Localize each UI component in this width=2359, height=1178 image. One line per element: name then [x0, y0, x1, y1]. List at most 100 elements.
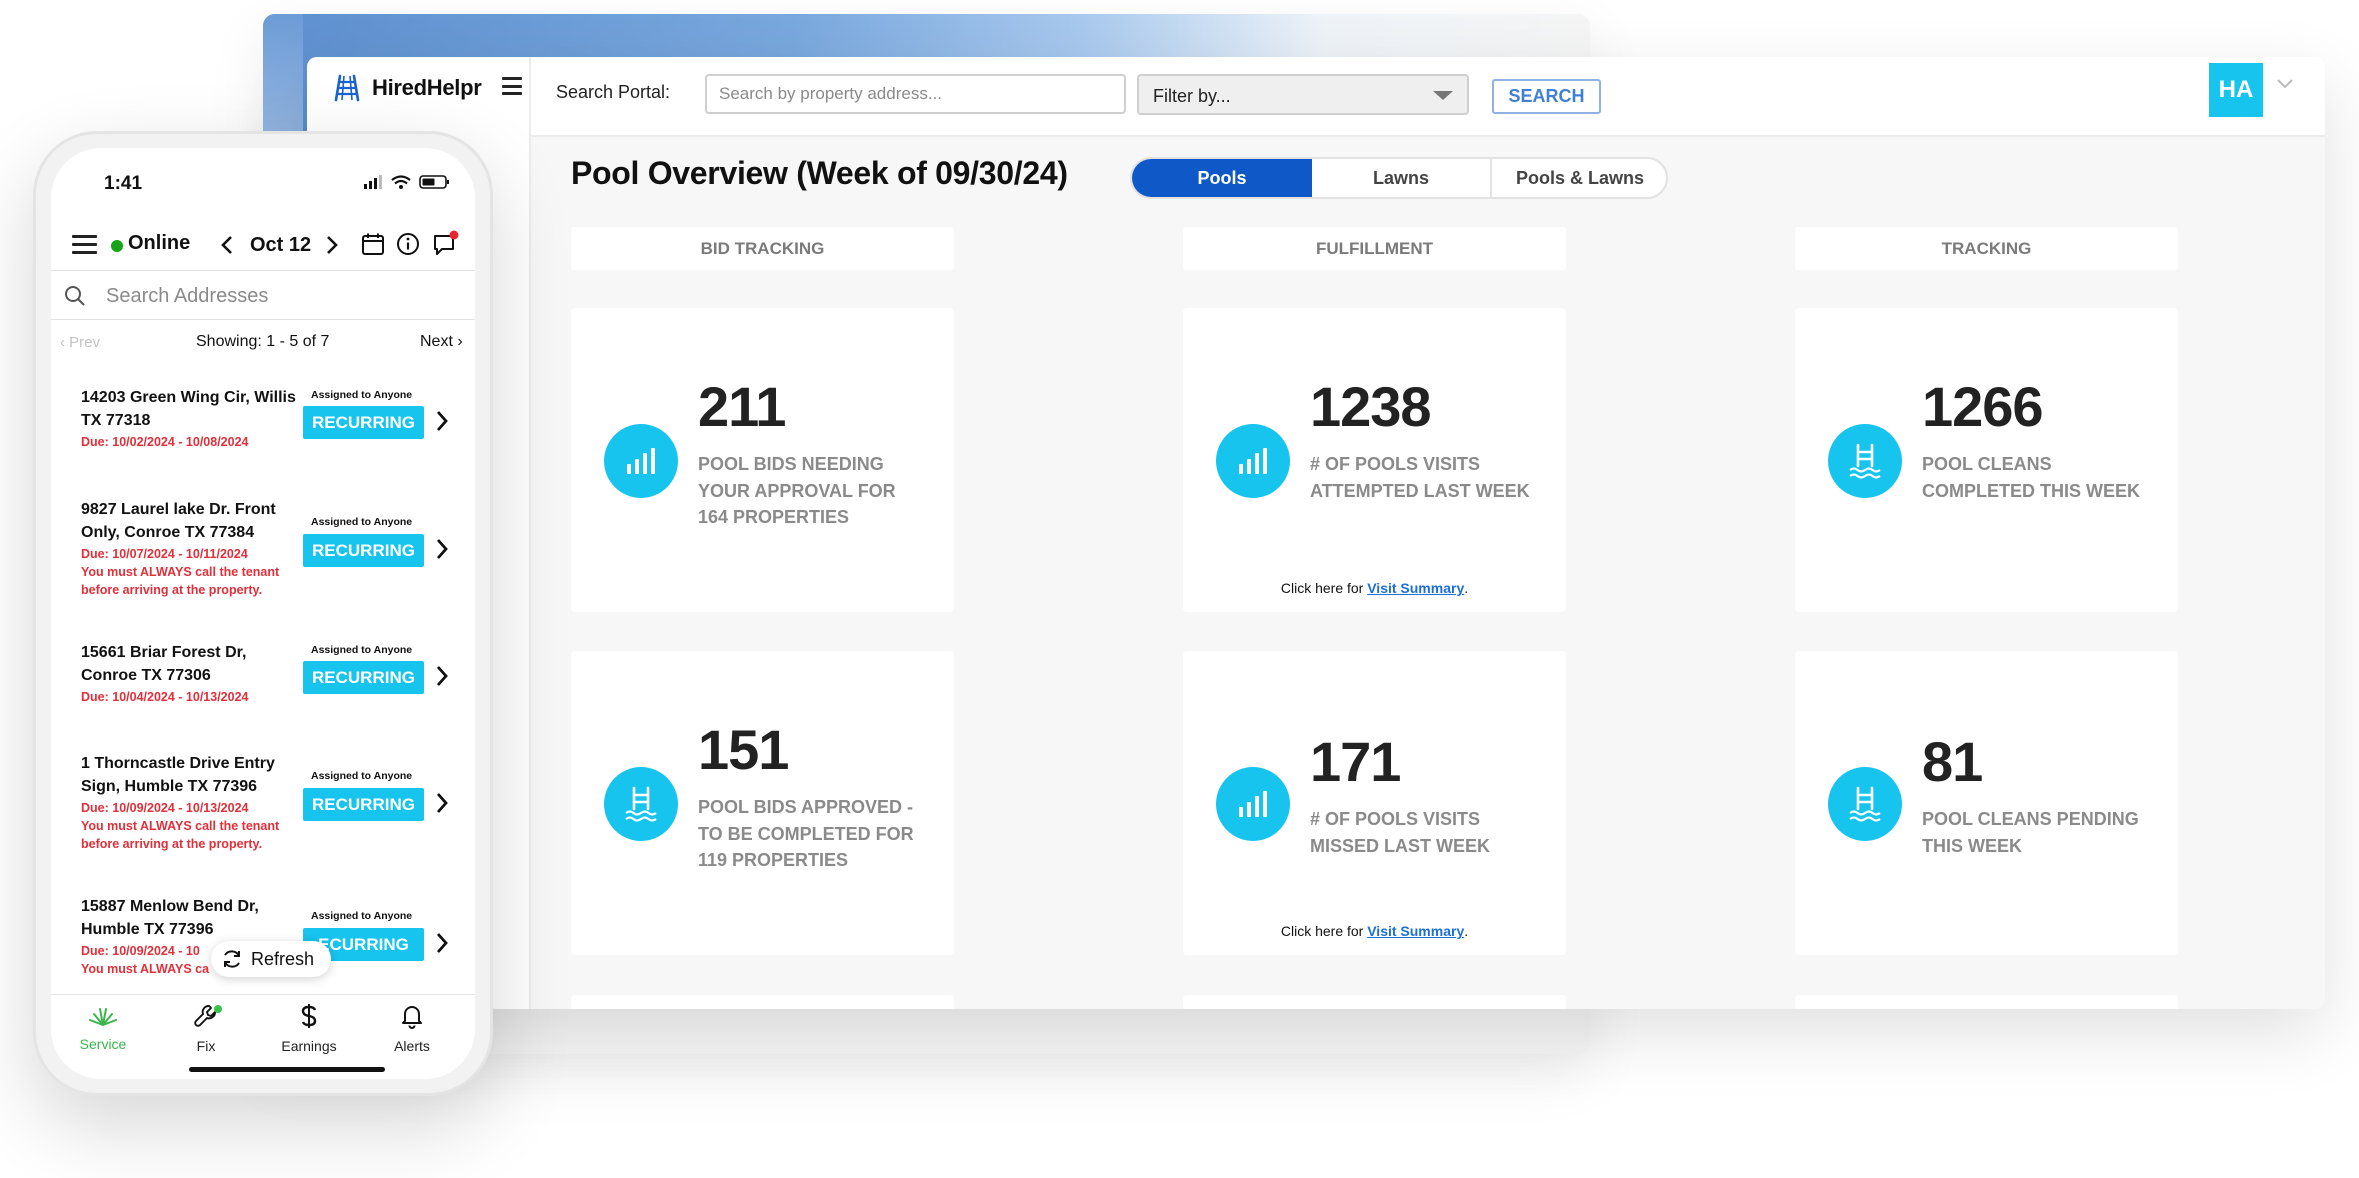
- notification-dot: [214, 1005, 222, 1013]
- job-address: 1 Thorncastle Drive Entry Sign, Humble T…: [81, 755, 275, 795]
- column-header-fulfillment: FULFILLMENT: [1183, 227, 1566, 270]
- nav-service-label: Service: [79, 1036, 127, 1052]
- dollar-icon: [301, 1004, 317, 1028]
- tab-pools[interactable]: Pools: [1132, 159, 1312, 197]
- chevron-right-icon: [436, 933, 448, 953]
- grass-icon: [89, 1008, 117, 1026]
- info-icon[interactable]: [396, 232, 420, 256]
- signal-bars-icon: [604, 424, 678, 498]
- card-peek: [1183, 995, 1566, 1009]
- stat-card-visits-attempted[interactable]: 1238 # OF POOLS VISITS ATTEMPTED LAST WE…: [1183, 308, 1566, 612]
- ladder-logo-icon: [334, 74, 360, 102]
- wifi-icon: [391, 175, 411, 189]
- stat-value: 81: [1922, 730, 1983, 793]
- stat-label: # OF POOLS VISITS ATTEMPTED LAST WEEK: [1310, 454, 1530, 501]
- nav-earnings[interactable]: Earnings: [269, 1003, 349, 1054]
- property-search-input[interactable]: [705, 74, 1126, 114]
- bell-icon: [402, 1006, 422, 1029]
- nav-fix-label: Fix: [196, 1038, 216, 1054]
- search-icon: [65, 286, 85, 306]
- stat-value: 211: [698, 375, 786, 438]
- column-header-bid-tracking: BID TRACKING: [571, 227, 954, 270]
- search-button[interactable]: SEARCH: [1492, 79, 1601, 114]
- app-header: Online Oct 12: [51, 218, 475, 270]
- chevron-right-icon[interactable]: [326, 235, 338, 255]
- refresh-button[interactable]: Refresh: [211, 941, 331, 977]
- stat-card-cleans-completed[interactable]: 1266 POOL CLEANS COMPLETED THIS WEEK: [1795, 308, 2178, 612]
- job-list-item[interactable]: 15661 Briar Forest Dr, Conroe TX 77306 D…: [51, 641, 475, 759]
- pager-prev-label: Prev: [69, 334, 101, 351]
- stat-card-visits-missed[interactable]: 171 # OF POOLS VISITS MISSED LAST WEEK C…: [1183, 651, 1566, 955]
- sidebar-menu-icon[interactable]: [502, 77, 522, 95]
- user-avatar[interactable]: HA: [2209, 63, 2263, 117]
- address-search-input[interactable]: [106, 279, 456, 313]
- stat-value: 151: [698, 718, 789, 781]
- caret-down-icon: [1433, 91, 1453, 100]
- online-status-dot: [111, 240, 123, 252]
- stat-card-bids-approved[interactable]: 151 POOL BIDS APPROVED - TO BE COMPLETED…: [571, 651, 954, 955]
- chevron-right-icon: [436, 666, 448, 686]
- pool-ladder-icon: [604, 767, 678, 841]
- pager-showing: Showing: 1 - 5 of 7: [196, 333, 330, 350]
- link-suffix: .: [1464, 923, 1469, 939]
- job-list-item[interactable]: 9827 Laurel lake Dr. Front Only, Conroe …: [51, 498, 475, 616]
- link-prefix: Click here for: [1280, 580, 1368, 596]
- phone-screen: 1:41 Online Oct 12 ‹ Prev Showing: 1 - 5…: [51, 148, 475, 1079]
- job-assigned: Assigned to Anyone: [311, 644, 413, 656]
- stat-label: POOL BIDS NEEDING YOUR APPROVAL FOR 164 …: [698, 454, 896, 527]
- nav-fix[interactable]: Fix: [166, 1003, 246, 1054]
- status-icons: [364, 175, 449, 189]
- status-time: 1:41: [104, 173, 143, 194]
- pool-ladder-icon: [1828, 767, 1902, 841]
- tab-pools-and-lawns[interactable]: Pools & Lawns: [1492, 159, 1666, 197]
- job-address: 15887 Menlow Bend Dr, Humble TX 77396: [81, 898, 259, 938]
- tab-lawns[interactable]: Lawns: [1312, 159, 1492, 197]
- nav-service[interactable]: Service: [63, 1003, 143, 1052]
- recurring-badge: RECURRING: [303, 788, 424, 821]
- job-assigned: Assigned to Anyone: [311, 910, 413, 922]
- cell-signal-icon: [364, 175, 382, 189]
- job-list-item[interactable]: 14203 Green Wing Cir, Willis TX 77318 Du…: [51, 386, 475, 504]
- card-peek: [1795, 995, 2178, 1009]
- visit-summary-link[interactable]: Visit Summary: [1367, 923, 1464, 939]
- recurring-badge: RECURRING: [303, 661, 424, 694]
- top-bar: Search Portal: Filter by... SEARCH HA: [531, 57, 2325, 137]
- job-list-item[interactable]: 1 Thorncastle Drive Entry Sign, Humble T…: [51, 752, 475, 870]
- battery-icon: [419, 175, 449, 189]
- stat-card-bids-needing-approval[interactable]: 211 POOL BIDS NEEDING YOUR APPROVAL FOR …: [571, 308, 954, 612]
- service-tabs: Pools Lawns Pools & Lawns: [1130, 157, 1668, 199]
- job-note: You must ALWAYS call the tenant before a…: [81, 565, 280, 597]
- current-date: Oct 12: [250, 234, 312, 256]
- online-status[interactable]: Online: [128, 232, 190, 255]
- signal-bars-icon: [1216, 424, 1290, 498]
- menu-icon[interactable]: [72, 235, 97, 255]
- chevron-right-icon: [436, 411, 448, 431]
- visit-summary-text: Click here for Visit Summary.: [1183, 580, 1566, 596]
- job-due: Due: 10/07/2024 - 10/11/2024: [81, 547, 248, 561]
- job-address: 15661 Briar Forest Dr, Conroe TX 77306: [81, 644, 247, 684]
- nav-alerts[interactable]: Alerts: [372, 1003, 452, 1054]
- pager-next-label: Next: [420, 333, 453, 350]
- job-assigned: Assigned to Anyone: [311, 516, 413, 528]
- job-address: 9827 Laurel lake Dr. Front Only, Conroe …: [81, 501, 276, 541]
- stat-card-cleans-pending[interactable]: 81 POOL CLEANS PENDING THIS WEEK: [1795, 651, 2178, 955]
- visit-summary-link[interactable]: Visit Summary: [1367, 580, 1464, 596]
- signal-bars-icon: [1216, 767, 1290, 841]
- chevron-left-icon[interactable]: [221, 235, 233, 255]
- chevron-down-icon[interactable]: [2276, 78, 2294, 90]
- job-address: 14203 Green Wing Cir, Willis TX 77318: [81, 389, 296, 429]
- stat-label: # OF POOLS VISITS MISSED LAST WEEK: [1310, 809, 1491, 856]
- brand-name: HiredHelpr: [372, 75, 482, 100]
- chat-icon[interactable]: [432, 230, 460, 258]
- job-due: Due: 10/04/2024 - 10/13/2024: [81, 690, 249, 704]
- calendar-icon[interactable]: [361, 232, 385, 256]
- brand[interactable]: HiredHelpr: [332, 73, 482, 103]
- home-indicator: [189, 1067, 385, 1072]
- job-assigned: Assigned to Anyone: [311, 770, 413, 782]
- filter-select[interactable]: Filter by...: [1137, 74, 1469, 115]
- pager-prev[interactable]: ‹ Prev: [60, 334, 100, 351]
- stat-label: POOL CLEANS COMPLETED THIS WEEK: [1922, 454, 2141, 501]
- pager-next[interactable]: Next ›: [420, 333, 463, 351]
- recurring-badge: RECURRING: [303, 406, 424, 439]
- stat-label: POOL CLEANS PENDING THIS WEEK: [1922, 809, 2139, 856]
